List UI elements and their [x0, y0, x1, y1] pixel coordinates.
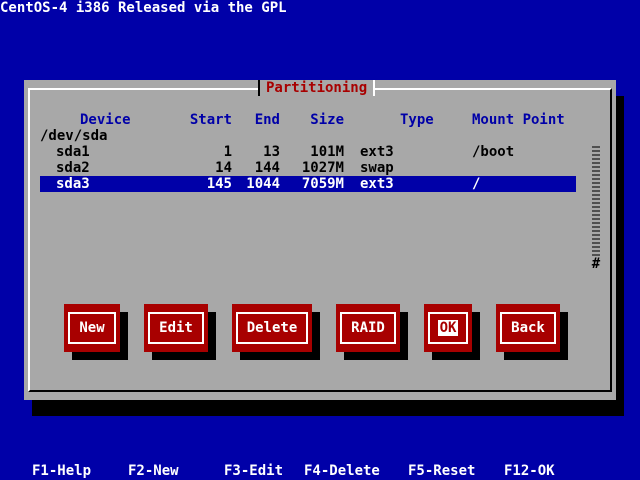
delete-button-face: Delete — [236, 312, 308, 344]
partition-type: ext3 — [360, 176, 394, 192]
edit-button-label: Edit — [159, 320, 193, 336]
partition-size: 1027M — [301, 160, 344, 176]
partition-end: 144 — [254, 160, 280, 176]
column-header-type: Type — [400, 112, 434, 128]
table-row[interactable]: sda2 14 144 1027M swap — [40, 160, 576, 176]
partition-type: swap — [360, 160, 394, 176]
partition-list[interactable]: Device Start End Size Type Mount Point /… — [40, 110, 600, 280]
ok-button[interactable]: OK — [424, 304, 472, 352]
partition-type: ext3 — [360, 144, 394, 160]
partition-list-header: Device Start End Size Type Mount Point — [40, 112, 576, 128]
disk-row[interactable]: /dev/sda — [40, 128, 576, 144]
new-button-label: New — [79, 320, 105, 336]
column-header-device: Device — [80, 112, 131, 128]
column-header-end: End — [254, 112, 280, 128]
hotkey-ok: F12-OK — [504, 463, 555, 479]
hotkey-bar: F1-Help F2-New F3-Edit F4-Delete F5-Rese… — [0, 463, 640, 479]
delete-button-label: Delete — [246, 320, 298, 336]
raid-button-face: RAID — [340, 312, 396, 344]
hotkey-new: F2-New — [128, 463, 179, 479]
partition-start: 14 — [215, 160, 232, 176]
table-row-selected[interactable]: sda3 145 1044 7059M ext3 / — [40, 176, 576, 192]
partition-start: 145 — [206, 176, 232, 192]
partition-end: 1044 — [246, 176, 280, 192]
partition-device: sda1 — [56, 144, 90, 160]
hotkey-reset: F5-Reset — [408, 463, 476, 479]
partition-device: sda2 — [56, 160, 90, 176]
partition-list-scrollbar[interactable] — [592, 144, 600, 256]
table-row[interactable]: sda1 1 13 101M ext3 /boot — [40, 144, 576, 160]
edit-button[interactable]: Edit — [144, 304, 208, 352]
hotkey-delete: F4-Delete — [304, 463, 380, 479]
partition-mount-point: / — [472, 176, 481, 192]
hotkey-edit: F3-Edit — [224, 463, 284, 479]
installer-title: CentOS-4 i386 Released via the GPL — [0, 0, 287, 16]
column-header-mount-point: Mount Point — [472, 112, 565, 128]
partitioning-dialog: Partitioning Device Start End Size Type … — [24, 80, 616, 400]
disk-name: /dev/sda — [40, 128, 108, 144]
raid-button-label: RAID — [351, 320, 385, 336]
partition-device: sda3 — [56, 176, 90, 192]
back-button-face: Back — [500, 312, 556, 344]
column-header-start: Start — [189, 112, 232, 128]
new-button[interactable]: New — [64, 304, 120, 352]
scrollbar-thumb[interactable]: # — [590, 256, 602, 272]
ok-button-face: OK — [428, 312, 468, 344]
new-button-face: New — [68, 312, 116, 344]
partition-start: 1 — [223, 144, 232, 160]
back-button[interactable]: Back — [496, 304, 560, 352]
partition-end: 13 — [263, 144, 280, 160]
raid-button[interactable]: RAID — [336, 304, 400, 352]
delete-button[interactable]: Delete — [232, 304, 312, 352]
ok-button-label: OK — [437, 320, 459, 336]
edit-button-face: Edit — [148, 312, 204, 344]
partition-size: 7059M — [301, 176, 344, 192]
dialog-title: Partitioning — [258, 80, 376, 96]
column-header-size: Size — [310, 112, 344, 128]
back-button-label: Back — [511, 320, 545, 336]
partition-mount-point: /boot — [472, 144, 515, 160]
partition-size: 101M — [310, 144, 344, 160]
hotkey-help: F1-Help — [32, 463, 92, 479]
